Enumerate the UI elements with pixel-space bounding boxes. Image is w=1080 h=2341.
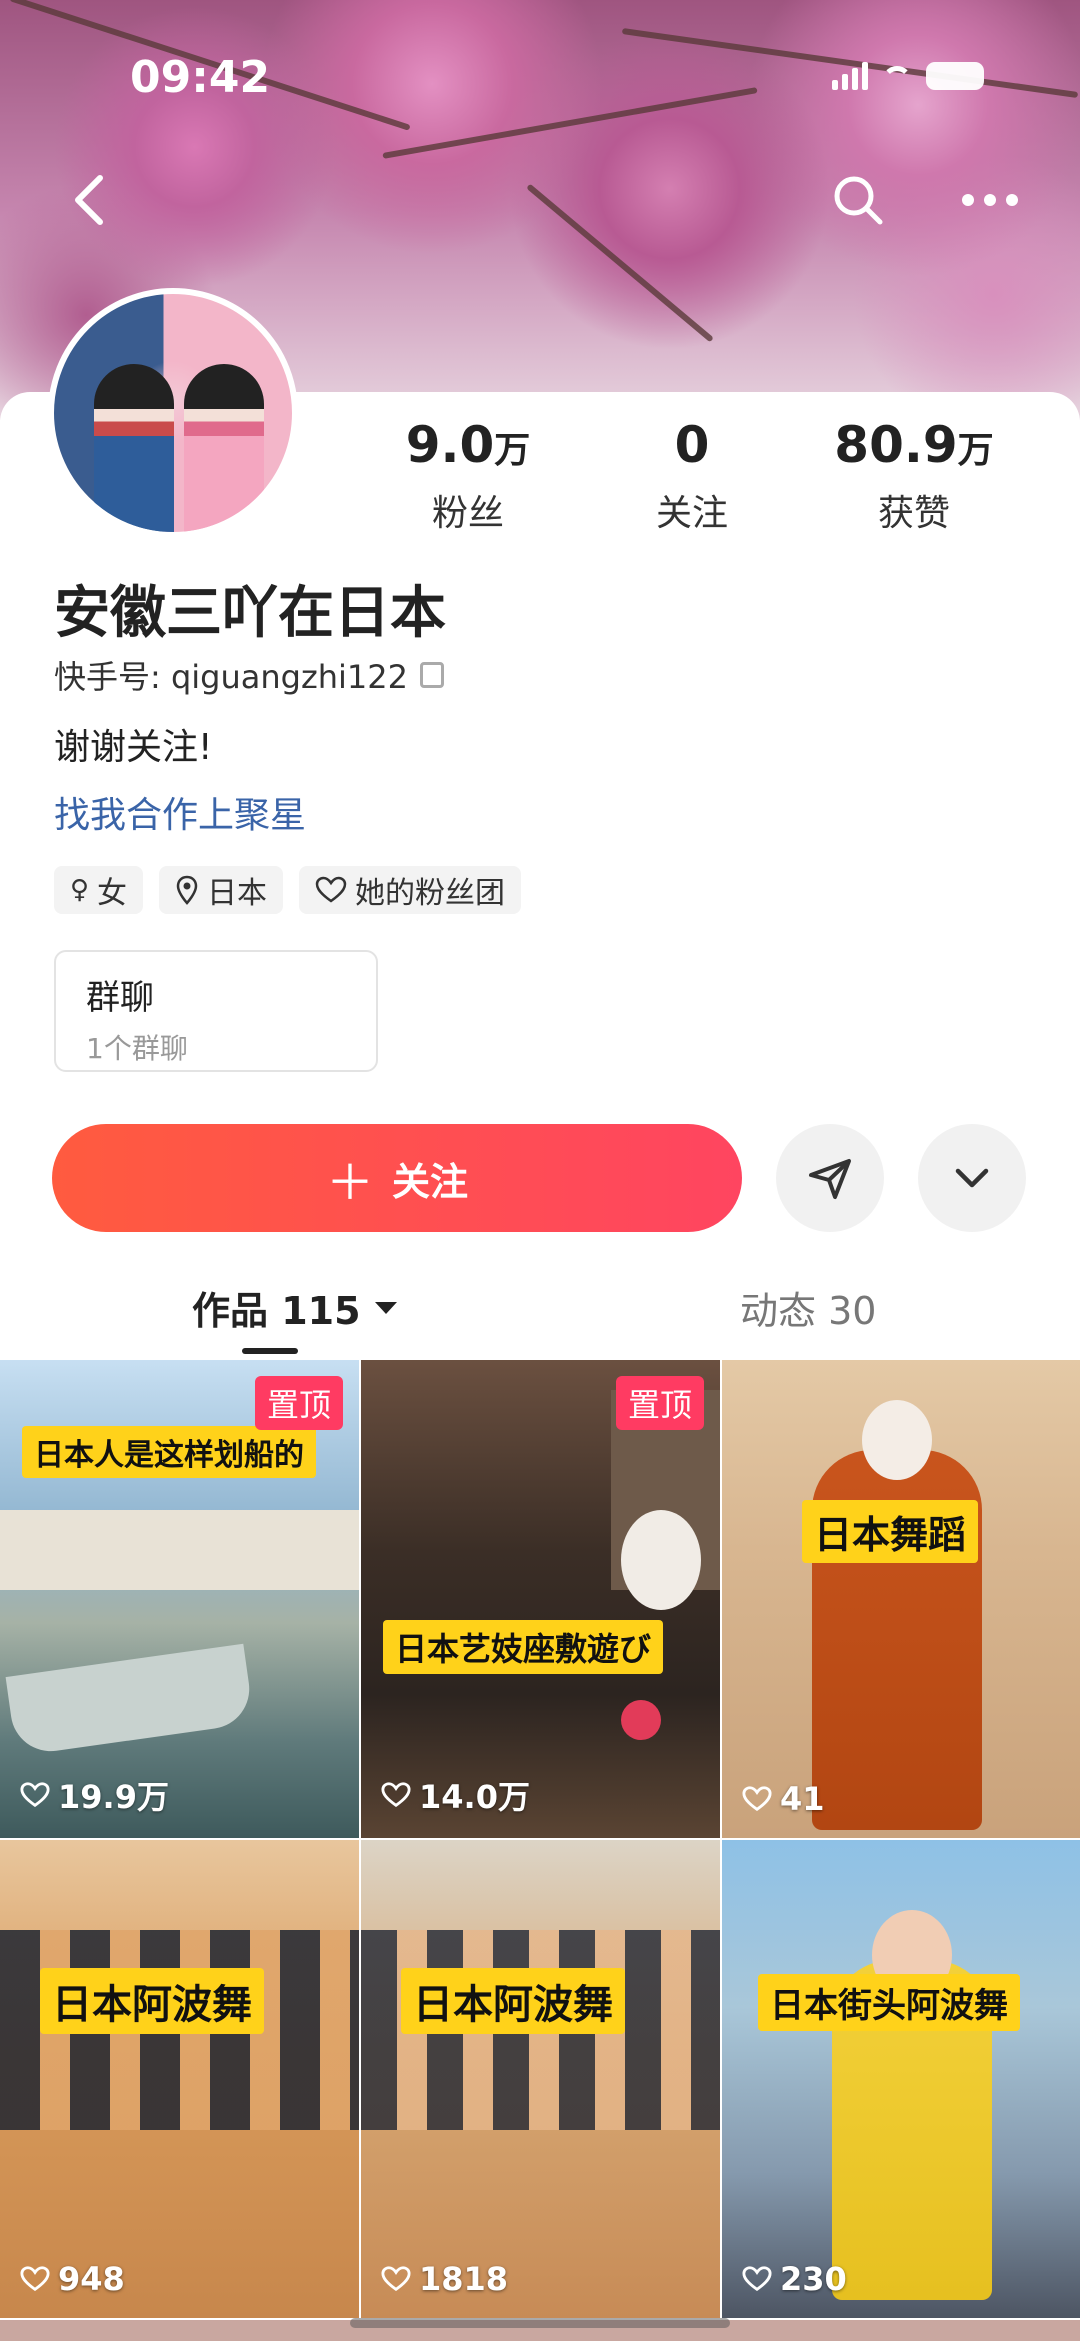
video-likes-count: 230 [780,2260,847,2298]
stat-fans-label: 粉丝 [431,493,504,534]
group-chat-card[interactable]: 群聊 1个群聊 [54,950,378,1072]
video-tile[interactable]: 日本舞蹈 41 [722,1360,1080,1838]
tag-fan-club-label: 她的粉丝团 [355,876,506,911]
video-caption: 日本阿波舞 [40,1968,264,2034]
tab-active-indicator [242,1348,298,1354]
video-likes-count: 14.0万 [419,1778,530,1816]
cooperation-link[interactable]: 找我合作上聚星 [54,786,306,838]
tab-moments-label: 动态 30 [740,1289,877,1333]
stat-likes-label: 获赞 [877,493,950,534]
video-tile[interactable]: 日本人是这样划船的 置顶 19.9万 [0,1360,359,1838]
heart-icon [381,1782,411,1808]
status-icons [832,62,984,90]
heart-icon [742,2266,772,2292]
video-likes-count: 1818 [419,2260,509,2298]
video-caption: 日本艺妓座敷遊び [383,1620,664,1674]
signal-icon [832,62,868,90]
stat-fans-unit: 万 [494,430,531,471]
follow-label: 关注 [392,1159,469,1204]
video-caption: 日本街头阿波舞 [758,1974,1020,2031]
stat-following-number: 0 [674,416,710,474]
heart-icon [742,1786,772,1812]
video-likes: 41 [742,1780,825,1818]
video-likes: 19.9万 [20,1772,169,1818]
group-chat-title: 群聊 [86,978,154,1018]
video-caption: 日本阿波舞 [401,1968,625,2034]
pinned-badge: 置顶 [254,1376,343,1430]
kuaishou-id-row[interactable]: 快手号: qiguangzhi122 [54,652,445,698]
stat-following[interactable]: 0 关注 [592,420,792,536]
video-tile[interactable]: 日本阿波舞 948 [0,1840,359,2318]
send-icon [809,1159,851,1199]
stat-following-label: 关注 [655,493,728,534]
tab-works-label: 作品 115 [192,1289,361,1333]
video-likes-count: 19.9万 [58,1778,169,1816]
follow-button[interactable]: ＋ 关注 [52,1124,742,1232]
plus-icon: ＋ [325,1155,374,1211]
more-dots-icon [962,194,1018,206]
flower-decoration [621,1700,661,1740]
video-likes-count: 948 [58,2260,125,2298]
video-likes: 230 [742,2260,847,2298]
status-time: 09:42 [130,52,271,103]
tag-location-label: 日本 [207,876,268,911]
profile-tags: ♀ 女 日本 她的粉丝团 [54,866,522,914]
tag-location[interactable]: 日本 [159,866,284,914]
video-tile[interactable]: 日本街头阿波舞 230 [722,1840,1080,2318]
tag-fan-club[interactable]: 她的粉丝团 [299,866,522,914]
tag-gender-label: 女 [97,876,128,911]
location-icon [176,875,198,905]
pinned-badge: 置顶 [615,1376,704,1430]
tab-moments[interactable]: 动态 30 [740,1280,876,1335]
heart-link-icon [315,876,347,903]
profile-name: 安徽三吖在日本 [54,581,446,646]
kuaishou-id: 快手号: qiguangzhi122 [54,658,409,696]
heart-icon [20,2266,50,2292]
search-button[interactable] [818,160,898,240]
branch-decoration [526,183,714,343]
content-tabs: 作品 115 动态 30 [0,1270,1080,1360]
group-chat-subtitle: 1个群聊 [86,1032,188,1065]
avatar[interactable] [48,288,298,538]
home-indicator[interactable] [350,2318,730,2328]
heart-icon [381,2266,411,2292]
boat-decoration [5,1643,255,1757]
video-likes: 948 [20,2260,125,2298]
back-arrow-icon [75,175,103,225]
video-likes: 1818 [381,2260,508,2298]
more-button[interactable] [950,160,1030,240]
tab-works[interactable]: 作品 115 [192,1280,397,1335]
video-likes-count: 41 [780,1780,825,1818]
share-button[interactable] [776,1124,884,1232]
search-icon [834,176,883,225]
profile-bio: 谢谢关注! [54,727,213,768]
video-tile[interactable]: 日本艺妓座敷遊び 置顶 14.0万 [361,1360,720,1838]
geisha-decoration [621,1510,701,1610]
video-likes: 14.0万 [381,1772,530,1818]
heart-icon [20,1782,50,1808]
chevron-down-icon [955,1168,989,1188]
video-grid: 日本人是这样划船的 置顶 19.9万 日本艺妓座敷遊び 置顶 14.0万 日本舞… [0,1360,1080,2318]
caret-down-icon [374,1301,397,1314]
video-caption: 日本舞蹈 [802,1500,979,1563]
branch-decoration [382,87,758,159]
stat-likes-unit: 万 [957,430,994,471]
dancer-decoration [862,1400,932,1480]
video-tile[interactable]: 日本阿波舞 1818 [361,1840,720,2318]
wifi-icon [882,66,912,86]
stat-fans-number: 9.0 [405,416,495,474]
stat-likes-number: 80.9 [834,416,958,474]
battery-icon [926,62,984,90]
expand-button[interactable] [918,1124,1026,1232]
building-decoration [0,1510,359,1590]
back-button[interactable] [50,160,130,240]
stat-fans[interactable]: 9.0万 粉丝 [368,420,568,536]
tag-gender: ♀ 女 [54,866,144,914]
stat-likes[interactable]: 80.9万 获赞 [814,420,1014,536]
copy-icon[interactable] [420,662,445,688]
video-caption: 日本人是这样划船的 [22,1426,316,1478]
female-icon: ♀ [70,875,90,905]
